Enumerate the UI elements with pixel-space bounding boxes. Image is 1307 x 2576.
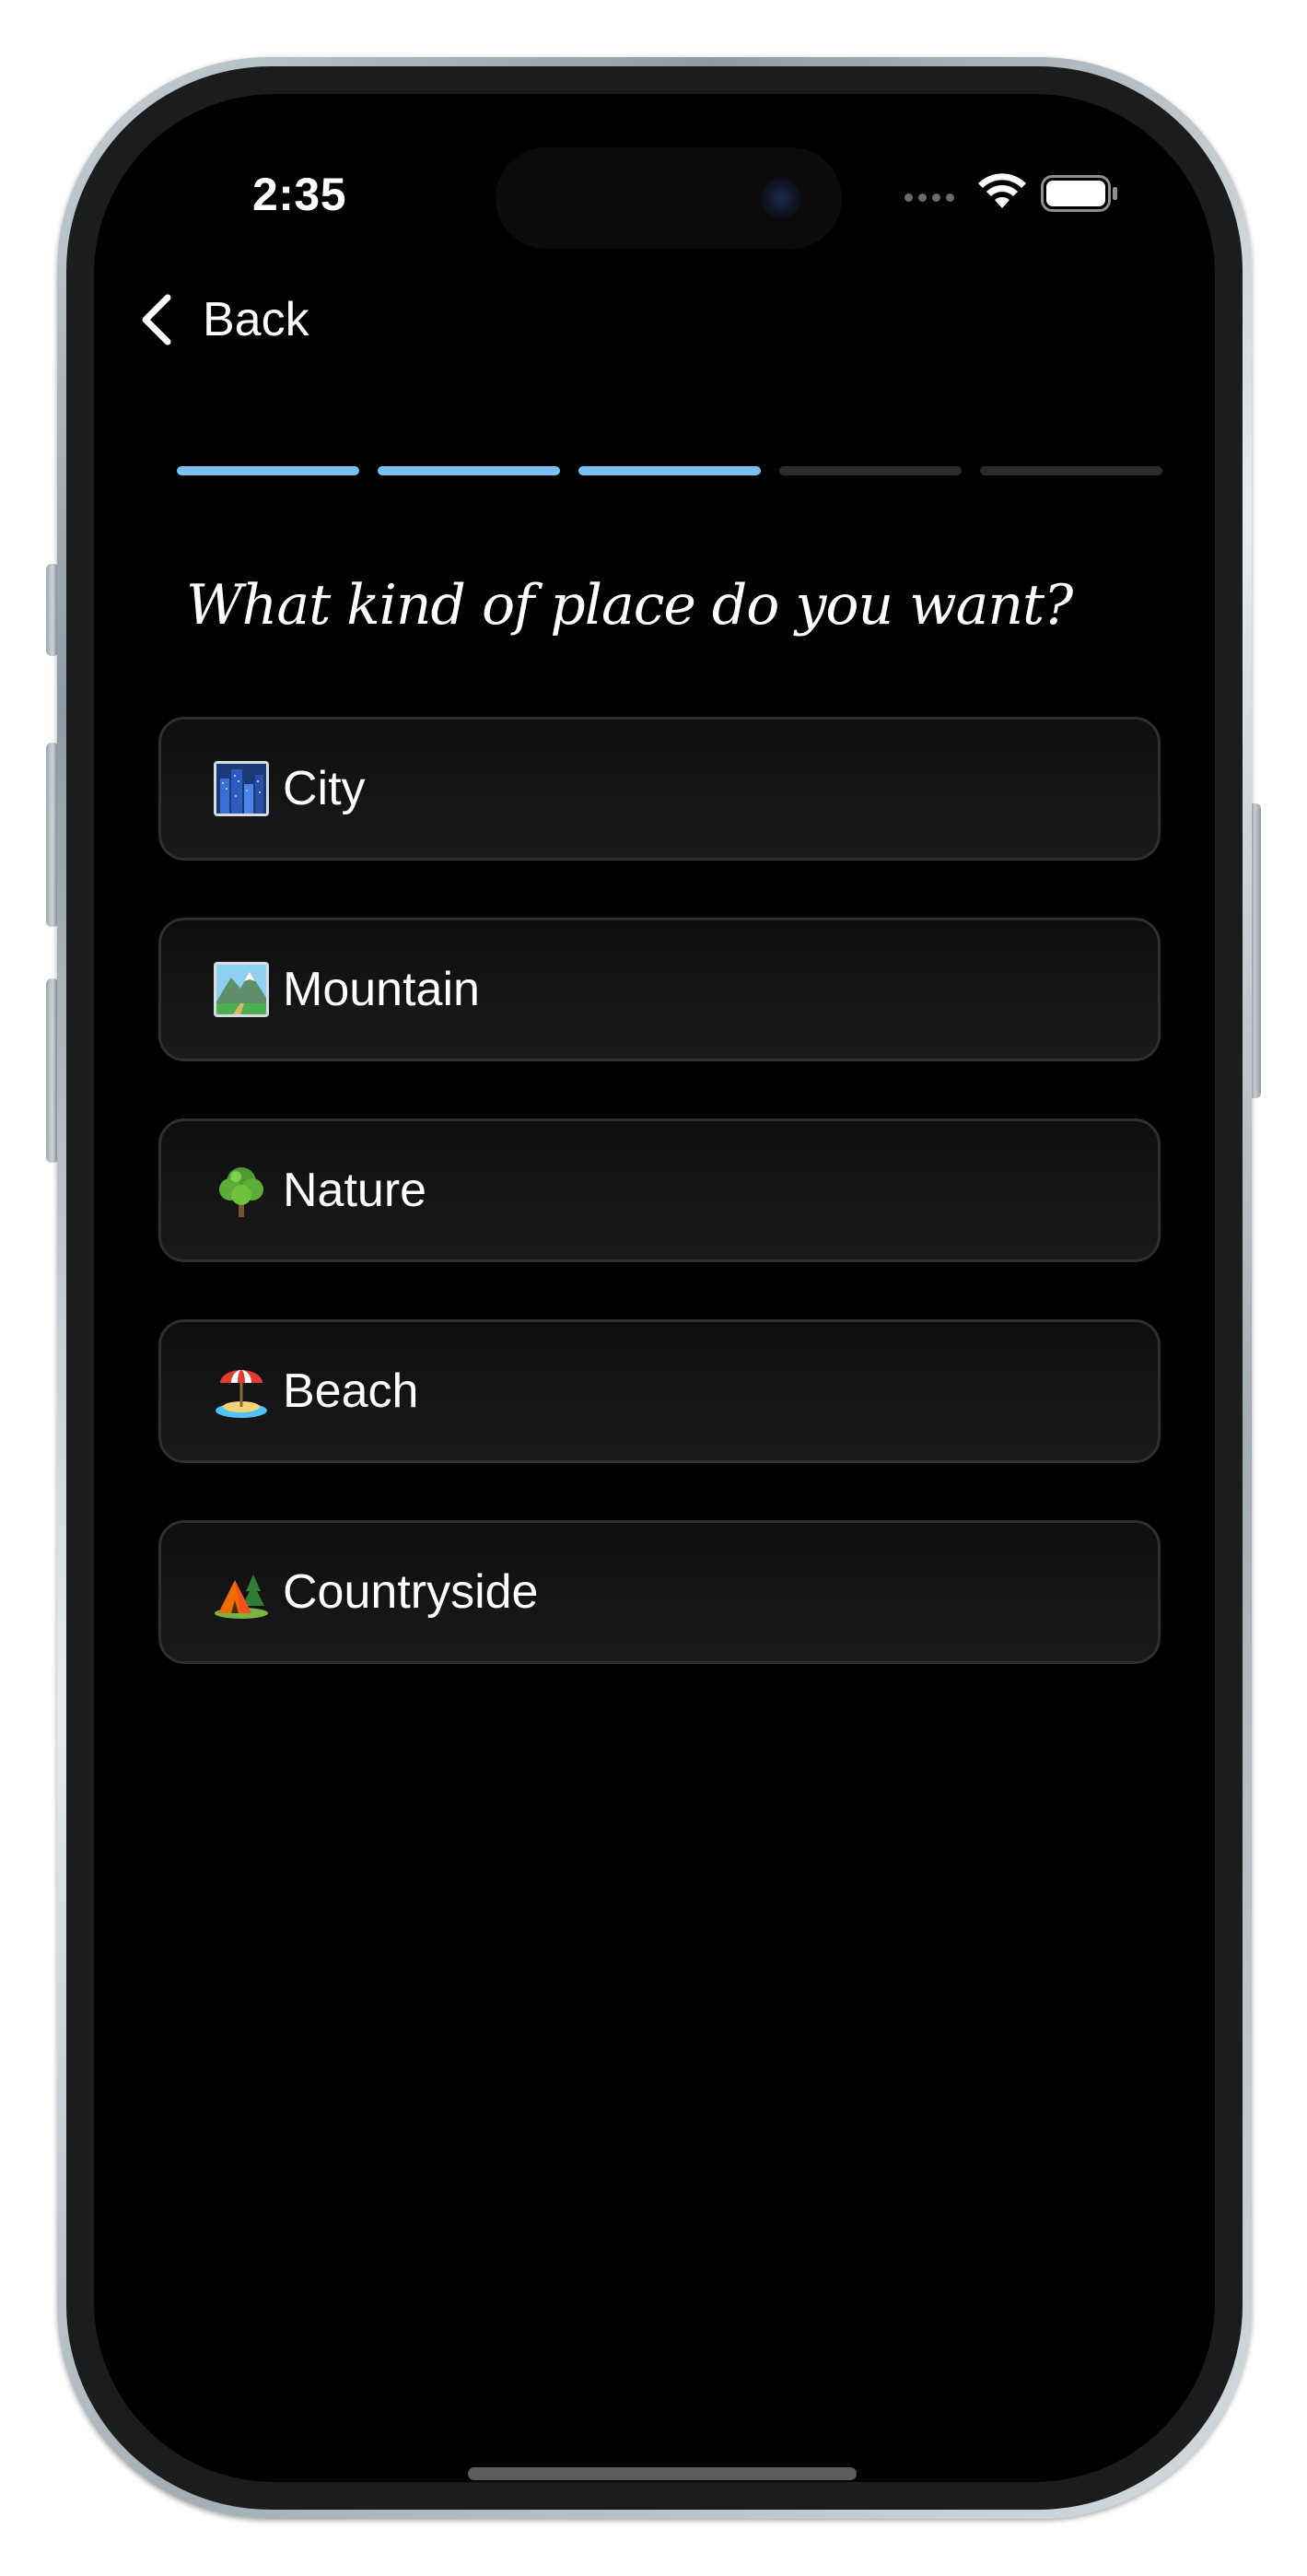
option-label: City [283,762,366,815]
status-time: 2:35 [251,169,347,220]
progress-segment-complete [177,466,359,475]
signal-dots-icon [904,193,954,202]
progress-segment-incomplete [779,466,962,475]
option-mountain[interactable]: Mountain [158,918,1161,1061]
screen: 2:35 Back What kind of place do you want… [94,94,1215,2482]
beach-umbrella-emoji-icon [216,1370,267,1418]
front-camera-icon [761,178,801,218]
cityscape-emoji-icon [214,761,269,816]
option-label: Nature [283,1164,427,1217]
progress-segment-complete [378,466,560,475]
back-label: Back [203,293,309,346]
option-nature[interactable]: Nature [158,1118,1161,1262]
dynamic-island [496,147,842,249]
battery-icon [1041,175,1117,212]
option-label: Countryside [283,1565,539,1619]
option-list: City Mountain Nature Beach Countryside [158,717,1161,1721]
option-city[interactable]: City [158,717,1161,861]
option-label: Beach [283,1364,419,1418]
progress-segment-incomplete [980,466,1162,475]
national-park-emoji-icon [214,962,269,1017]
phone-bezel: 2:35 Back What kind of place do you want… [66,66,1243,2510]
chevron-left-icon [142,294,171,345]
tree-emoji-icon [219,1167,263,1217]
home-indicator[interactable] [468,2467,857,2480]
option-beach[interactable]: Beach [158,1319,1161,1463]
wifi-icon [978,173,1026,208]
back-button[interactable]: Back [138,292,309,347]
progress-segment-complete [578,466,761,475]
camping-emoji-icon [215,1575,268,1619]
option-label: Mountain [283,963,480,1016]
option-countryside[interactable]: Countryside [158,1520,1161,1664]
phone-frame: 2:35 Back What kind of place do you want… [57,57,1252,2519]
progress-indicator [177,466,1162,475]
page-title: What kind of place do you want? [186,573,1073,638]
